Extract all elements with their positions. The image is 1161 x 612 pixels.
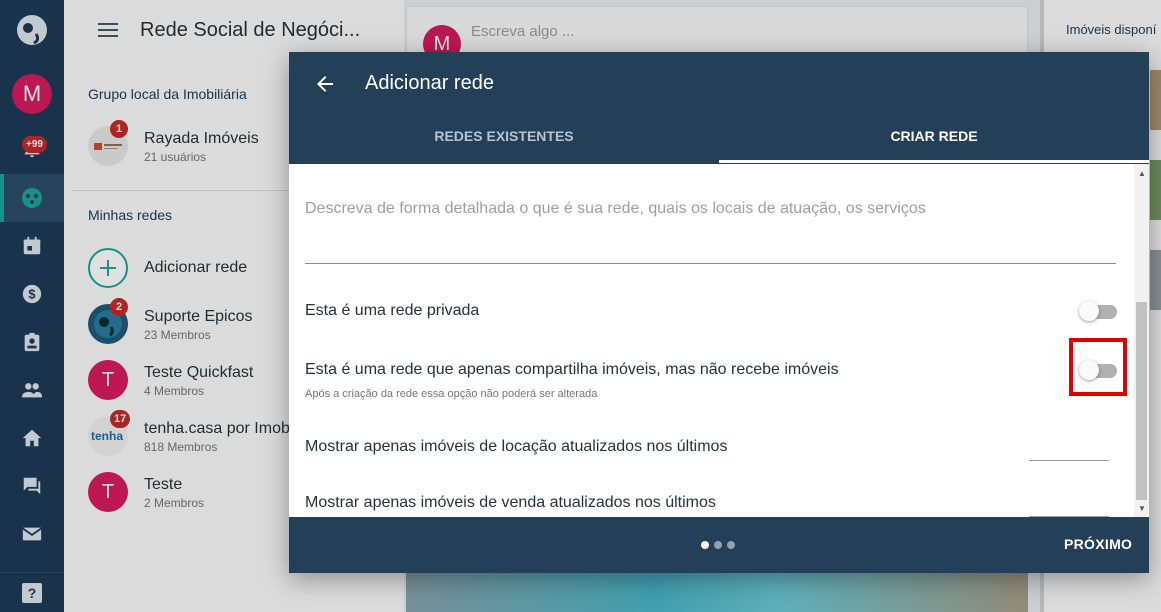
dialog-body: Descreva de forma detalhada o que é sua … (289, 164, 1149, 517)
description-underline (305, 263, 1116, 264)
dialog-header: Adicionar rede REDES EXISTENTES CRIAR RE… (289, 52, 1149, 164)
next-button[interactable]: PRÓXIMO (1064, 536, 1132, 552)
dialog-title: Adicionar rede (365, 72, 494, 94)
rent-days-field[interactable] (1029, 460, 1109, 461)
step-indicator (701, 541, 735, 549)
active-tab-indicator (719, 160, 1149, 163)
sale-updated-label: Mostrar apenas imóveis de venda atualiza… (305, 494, 716, 511)
private-toggle[interactable] (1079, 300, 1117, 322)
share-only-option-label: Esta é uma rede que apenas compartilha i… (305, 361, 839, 378)
step-dot (701, 541, 709, 549)
scroll-up-icon[interactable]: ▲ (1138, 169, 1146, 178)
highlight-box (1069, 338, 1127, 396)
share-only-hint: Após a criação da rede essa opção não po… (305, 388, 598, 400)
scroll-down-icon[interactable]: ▼ (1138, 504, 1146, 513)
step-dot (727, 541, 735, 549)
add-network-dialog: Adicionar rede REDES EXISTENTES CRIAR RE… (289, 52, 1149, 573)
dialog-scrollbar[interactable]: ▲ ▼ (1134, 164, 1149, 517)
back-arrow-icon[interactable] (313, 72, 337, 96)
dialog-footer: PRÓXIMO (289, 517, 1149, 573)
rent-updated-label: Mostrar apenas imóveis de locação atuali… (305, 438, 728, 455)
description-field[interactable]: Descreva de forma detalhada o que é sua … (305, 200, 926, 218)
private-option-label: Esta é uma rede privada (305, 302, 480, 319)
step-dot (714, 541, 722, 549)
tab-create-network[interactable]: CRIAR REDE (719, 128, 1149, 144)
tab-existing-networks[interactable]: REDES EXISTENTES (289, 128, 719, 144)
